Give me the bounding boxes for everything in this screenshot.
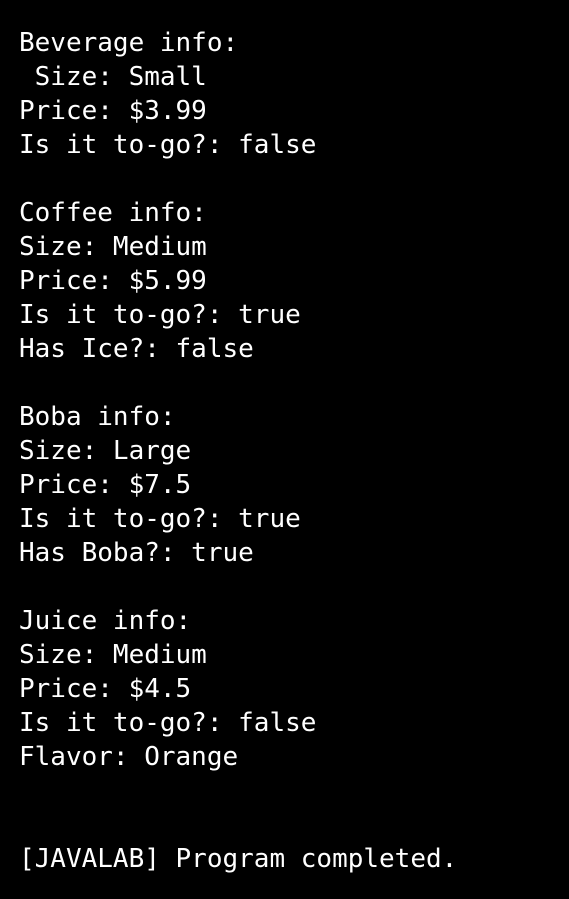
output-line: Size: Medium — [19, 640, 207, 670]
output-line: Price: $4.5 — [19, 674, 192, 704]
output-line: Flavor: Orange — [19, 742, 239, 772]
output-line: Is it to-go?: true — [19, 504, 301, 534]
output-line: Size: Large — [19, 436, 192, 466]
output-line: Beverage info: — [19, 28, 239, 58]
console-output: Beverage info: Size: Small Price: $3.99 … — [0, 0, 569, 899]
output-line: Juice info: — [19, 606, 192, 636]
output-line: Boba info: — [19, 402, 176, 432]
program-completed-line: [JAVALAB] Program completed. — [19, 844, 458, 874]
output-line: Price: $7.5 — [19, 470, 192, 500]
output-line: Price: $5.99 — [19, 266, 207, 296]
output-line: Is it to-go?: false — [19, 708, 317, 738]
output-line: Size: Small — [19, 62, 207, 92]
output-line: Coffee info: — [19, 198, 207, 228]
output-line: Has Boba?: true — [19, 538, 254, 568]
output-line: Is it to-go?: true — [19, 300, 301, 330]
output-line: Size: Medium — [19, 232, 207, 262]
output-line: Price: $3.99 — [19, 96, 207, 126]
output-line: Is it to-go?: false — [19, 130, 317, 160]
output-line: Has Ice?: false — [19, 334, 254, 364]
